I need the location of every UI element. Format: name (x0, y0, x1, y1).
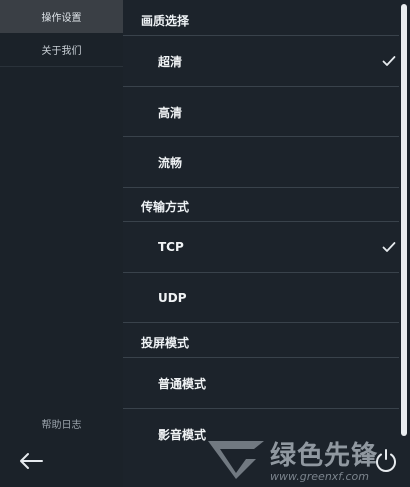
settings-panel: 画质选择 超清 高清 流畅 传输方式 TCP UDP 投屏模式 普通模式 影音模… (123, 0, 399, 487)
option-label: 影音模式 (158, 427, 207, 442)
option-label: 高清 (158, 105, 183, 120)
section-title-transport: 传输方式 (141, 200, 190, 214)
section-title-quality: 画质选择 (141, 14, 190, 28)
sidebar-item-label: 操作设置 (41, 13, 82, 24)
option-label: 流畅 (158, 155, 183, 170)
option-transport-udp[interactable]: UDP (123, 273, 399, 323)
scrollbar[interactable] (399, 0, 410, 487)
option-quality-high[interactable]: 高清 (123, 87, 399, 137)
sidebar-item-label: 关于我们 (41, 46, 82, 57)
greenxf-logo-icon (208, 441, 264, 479)
back-button[interactable] (18, 448, 44, 474)
scrollbar-thumb[interactable] (401, 4, 407, 436)
option-label: 普通模式 (158, 376, 207, 391)
divider (123, 322, 399, 323)
check-icon (382, 242, 396, 252)
power-button[interactable] (372, 446, 400, 476)
option-quality-ultra[interactable]: 超清 (123, 36, 399, 86)
sidebar-item-help-log[interactable]: 帮助日志 (0, 414, 123, 432)
option-mode-normal[interactable]: 普通模式 (123, 358, 399, 408)
option-label: UDP (158, 291, 187, 305)
watermark-brand: 绿色先锋 (270, 441, 379, 471)
sidebar-item-label: 帮助日志 (41, 419, 82, 431)
option-transport-tcp[interactable]: TCP (123, 222, 399, 272)
sidebar-item-about-us[interactable]: 关于我们 (0, 33, 123, 67)
option-label: 超清 (158, 54, 183, 69)
arrow-left-icon (20, 453, 43, 469)
power-icon (376, 449, 396, 472)
divider (123, 187, 399, 188)
option-label: TCP (158, 240, 184, 254)
option-quality-smooth[interactable]: 流畅 (123, 137, 399, 187)
section-title-cast-mode: 投屏模式 (141, 336, 190, 350)
sidebar-item-operation-settings[interactable]: 操作设置 (0, 0, 123, 33)
check-icon (382, 56, 396, 66)
watermark: 绿色先锋 www.greenxf.com (206, 435, 396, 483)
watermark-url: www.greenxf.com (270, 470, 369, 483)
sidebar: 操作设置 关于我们 帮助日志 (0, 0, 123, 487)
